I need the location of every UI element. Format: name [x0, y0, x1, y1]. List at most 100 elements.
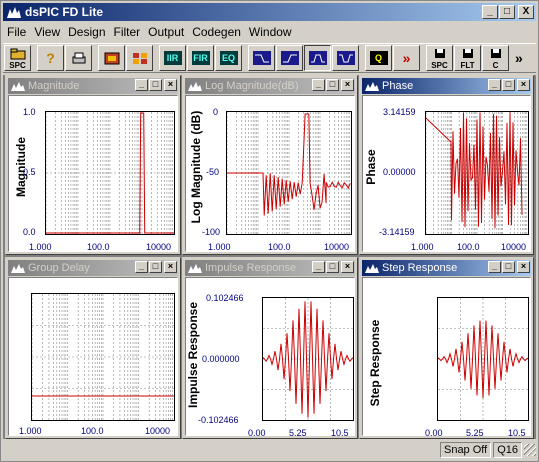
- menu-view[interactable]: View: [30, 25, 64, 39]
- phase-window[interactable]: Phase _ □ × Phase 3.14159 0.00000 -3.14159…: [359, 75, 534, 255]
- group-delay-window[interactable]: Group Delay _ □ × 1.000 100.0 10000: [5, 257, 181, 439]
- y-tick: 1.0: [23, 107, 36, 117]
- impulse-response-window-titlebar[interactable]: Impulse Response _ □ ×: [185, 260, 355, 276]
- printer-icon: [70, 51, 88, 65]
- eq-label: EQ: [219, 51, 238, 65]
- iir-button[interactable]: IIR: [159, 45, 186, 71]
- highpass-icon: [280, 51, 299, 65]
- save-spc-button[interactable]: SPC: [426, 45, 453, 71]
- log-magnitude-window-titlebar[interactable]: Log Magnitude(dB) _ □ ×: [185, 78, 355, 94]
- magnitude-window-titlebar[interactable]: Magnitude _ □ ×: [8, 78, 178, 94]
- save-flt-button[interactable]: FLT: [454, 45, 481, 71]
- minimize-button[interactable]: _: [312, 261, 325, 273]
- magnitude-window[interactable]: Magnitude _ □ × Magnitude 1.0 0.5 0.0 1.00…: [5, 75, 181, 255]
- menu-file[interactable]: File: [3, 25, 30, 39]
- y-tick: -3.14159: [379, 227, 415, 237]
- save-c-button[interactable]: C: [482, 45, 509, 71]
- impulse-response-window[interactable]: Impulse Response _ □ × Impulse Response 0.…: [182, 257, 358, 439]
- phase-ylabel: Phase: [364, 149, 378, 185]
- bandpass-icon: [308, 51, 327, 65]
- close-button[interactable]: X: [518, 5, 534, 19]
- title-bar[interactable]: dsPIC FD Lite _ □ X: [3, 3, 536, 21]
- eq-button[interactable]: EQ: [215, 45, 242, 71]
- minimize-button[interactable]: _: [488, 79, 501, 91]
- bandpass-button[interactable]: [304, 45, 331, 71]
- snap-status: Snap Off: [439, 442, 492, 458]
- minimize-button[interactable]: _: [312, 79, 325, 91]
- save-spc-label: SPC: [431, 60, 448, 70]
- menu-filter[interactable]: Filter: [110, 25, 145, 39]
- folder-icon: [9, 47, 27, 61]
- toolbar: SPC ? IIR FIR EQ Q » SPC FLT C »: [3, 43, 536, 73]
- minimize-button[interactable]: _: [482, 5, 498, 19]
- menu-bar: File View Design Filter Output Codegen W…: [3, 23, 296, 41]
- toolbar-overflow-button[interactable]: »: [515, 50, 523, 66]
- step-response-plot-area: Step Response 0.00 5.25 10.5: [362, 277, 531, 438]
- phase-window-titlebar[interactable]: Phase _ □ ×: [362, 78, 531, 94]
- log-magnitude-window[interactable]: Log Magnitude(dB) _ □ × Log Magnitude (dB)…: [182, 75, 358, 255]
- edit-button[interactable]: [98, 45, 125, 71]
- close-button[interactable]: ×: [164, 79, 177, 91]
- app-title: dsPIC FD Lite: [25, 5, 104, 19]
- fir-label: FIR: [191, 51, 210, 65]
- x-tick: 10.5: [508, 428, 526, 438]
- close-button[interactable]: ×: [341, 261, 354, 273]
- magnitude-window-title: Magnitude: [28, 80, 80, 92]
- forward-button[interactable]: »: [393, 45, 420, 71]
- open-spc-label: SPC: [9, 60, 26, 70]
- trace-line: [426, 112, 523, 228]
- minimize-button[interactable]: _: [135, 261, 148, 273]
- menu-output[interactable]: Output: [144, 25, 188, 39]
- close-button[interactable]: ×: [164, 261, 177, 273]
- close-button[interactable]: ×: [517, 79, 530, 91]
- x-tick: 1.000: [29, 242, 52, 252]
- maximize-button[interactable]: □: [499, 5, 515, 19]
- x-tick: 1.000: [208, 242, 231, 252]
- maximize-button[interactable]: □: [326, 79, 339, 91]
- status-bar: Snap Off Q16: [3, 441, 536, 459]
- impulse-response-window-title: Impulse Response: [205, 262, 297, 274]
- group-delay-window-titlebar[interactable]: Group Delay _ □ ×: [8, 260, 178, 276]
- close-button[interactable]: ×: [341, 79, 354, 91]
- x-tick: 1.000: [19, 426, 42, 436]
- q-button[interactable]: Q: [365, 45, 392, 71]
- x-tick: 10.5: [331, 428, 349, 438]
- disk-icon: [487, 47, 505, 61]
- y-tick: 0.0: [23, 227, 36, 237]
- log-magnitude-plot: [226, 111, 352, 235]
- lowpass-button[interactable]: [248, 45, 275, 71]
- help-icon: ?: [46, 50, 55, 66]
- maximize-button[interactable]: □: [502, 79, 515, 91]
- step-response-window-titlebar[interactable]: Step Response _ □ ×: [362, 260, 531, 276]
- menu-design[interactable]: Design: [64, 25, 109, 39]
- bandstop-button[interactable]: [332, 45, 359, 71]
- maximize-button[interactable]: □: [149, 79, 162, 91]
- log-magnitude-ylabel: Log Magnitude (dB): [189, 110, 203, 224]
- log-magnitude-plot-area: Log Magnitude (dB) 0 -50 -100 1.000 100.…: [185, 95, 355, 252]
- grid-icon: [131, 51, 149, 65]
- highpass-button[interactable]: [276, 45, 303, 71]
- help-button[interactable]: ?: [37, 45, 64, 71]
- minimize-button[interactable]: _: [488, 261, 501, 273]
- window-logo-icon: [11, 82, 25, 91]
- group-delay-plot: [31, 293, 175, 421]
- disk-icon: [459, 47, 477, 61]
- menu-window[interactable]: Window: [245, 25, 296, 39]
- open-spc-button[interactable]: SPC: [4, 45, 31, 71]
- x-tick: 100.0: [87, 242, 110, 252]
- maximize-button[interactable]: □: [149, 261, 162, 273]
- print-button[interactable]: [65, 45, 92, 71]
- maximize-button[interactable]: □: [326, 261, 339, 273]
- group-delay-window-title: Group Delay: [28, 262, 90, 274]
- fir-button[interactable]: FIR: [187, 45, 214, 71]
- step-response-window[interactable]: Step Response _ □ × Step Response 0.00 5.2…: [359, 257, 534, 439]
- x-tick: 10000: [145, 426, 171, 436]
- menu-codegen[interactable]: Codegen: [188, 25, 245, 39]
- lowpass-icon: [252, 51, 271, 65]
- minimize-button[interactable]: _: [135, 79, 148, 91]
- impulse-response-ylabel: Impulse Response: [186, 301, 200, 409]
- close-button[interactable]: ×: [517, 261, 530, 273]
- grid-button[interactable]: [126, 45, 153, 71]
- maximize-button[interactable]: □: [502, 261, 515, 273]
- resize-grip[interactable]: [524, 444, 536, 456]
